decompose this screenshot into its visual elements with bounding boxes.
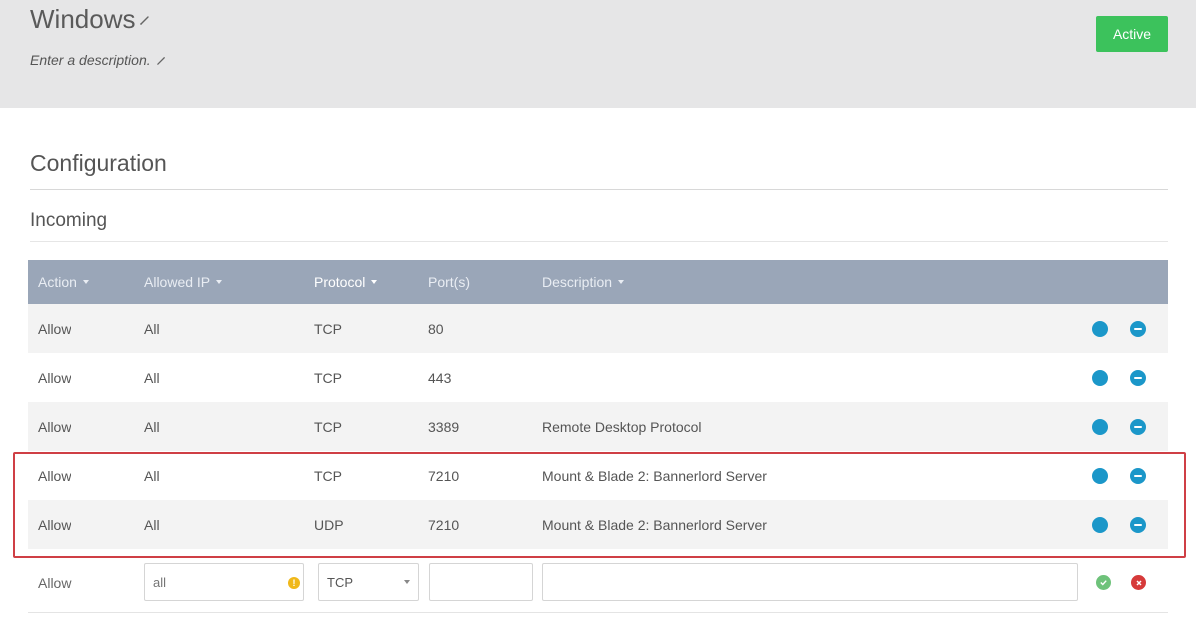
cell-description: Mount & Blade 2: Bannerlord Server xyxy=(542,516,767,533)
page-title: Windows xyxy=(30,4,136,34)
section-divider xyxy=(30,189,1168,190)
cell-ports: 7210 xyxy=(428,516,460,533)
minus-circle-icon xyxy=(1134,425,1142,428)
cell-protocol: TCP xyxy=(314,320,342,337)
caret-down-icon xyxy=(82,280,89,284)
table-row: Allow All TCP 80 xyxy=(28,304,1168,353)
page-header: Windows Enter a description. Active xyxy=(0,0,1196,108)
cell-protocol: TCP xyxy=(314,467,342,484)
column-header-protocol[interactable]: Protocol xyxy=(314,274,378,290)
cell-ports: 3389 xyxy=(428,418,460,435)
cell-allowed-ip: All xyxy=(144,320,160,337)
compass-edit-icon xyxy=(1098,326,1102,331)
cell-protocol: TCP xyxy=(314,369,342,386)
column-header-description[interactable]: Description xyxy=(542,274,625,290)
table-header: Action Allowed IP Protocol Port(s) Descr… xyxy=(28,260,1168,304)
cell-allowed-ip: All xyxy=(144,418,160,435)
section-title-configuration: Configuration xyxy=(30,150,167,176)
compass-edit-icon xyxy=(1098,522,1102,527)
cell-action: Allow xyxy=(38,320,72,337)
cell-allowed-ip: All xyxy=(144,516,160,533)
pencil-icon[interactable] xyxy=(156,55,167,66)
table-row: Allow All TCP 7210 Mount & Blade 2: Bann… xyxy=(28,451,1168,500)
description-input[interactable] xyxy=(542,563,1078,601)
cancel-rule-button[interactable] xyxy=(1131,575,1146,590)
cell-description: Remote Desktop Protocol xyxy=(542,418,702,435)
pencil-icon[interactable] xyxy=(139,14,151,26)
caret-down-icon xyxy=(216,280,223,284)
page-title-wrap: Windows xyxy=(30,4,151,35)
save-rule-button[interactable] xyxy=(1096,575,1111,590)
minus-circle-icon xyxy=(1134,474,1142,477)
column-header-action[interactable]: Action xyxy=(38,274,89,290)
caret-down-icon xyxy=(618,280,625,284)
chevron-down-icon xyxy=(404,580,410,584)
compass-edit-icon xyxy=(1098,473,1102,478)
minus-circle-icon xyxy=(1134,523,1142,526)
remove-rule-button[interactable] xyxy=(1130,369,1146,386)
description-text[interactable]: Enter a description. xyxy=(30,52,151,68)
column-header-ports[interactable]: Port(s) xyxy=(428,274,470,290)
compass-edit-icon xyxy=(1098,424,1102,429)
cell-ports: 7210 xyxy=(428,467,460,484)
remove-rule-button[interactable] xyxy=(1130,516,1146,533)
cell-protocol: TCP xyxy=(314,418,342,435)
cell-action: Allow xyxy=(38,369,72,386)
table-row: Allow All UDP 7210 Mount & Blade 2: Bann… xyxy=(28,500,1168,549)
allowed-ip-input[interactable] xyxy=(144,563,304,601)
rules-table: Action Allowed IP Protocol Port(s) Descr… xyxy=(28,260,1168,549)
cell-ports: 80 xyxy=(428,320,444,337)
x-circle-icon xyxy=(1135,579,1142,586)
warning-icon: ! xyxy=(288,577,300,589)
minus-circle-icon xyxy=(1134,327,1142,330)
cell-description: Mount & Blade 2: Bannerlord Server xyxy=(542,467,767,484)
check-circle-icon xyxy=(1100,580,1107,586)
protocol-select-value: TCP xyxy=(327,574,353,590)
table-row: Allow All TCP 3389 Remote Desktop Protoc… xyxy=(28,402,1168,451)
caret-down-icon xyxy=(371,280,378,284)
ports-input[interactable] xyxy=(429,563,533,601)
remove-rule-button[interactable] xyxy=(1130,467,1146,484)
cell-action: Allow xyxy=(38,467,72,484)
cell-action: Allow xyxy=(38,418,72,435)
minus-circle-icon xyxy=(1134,376,1142,379)
edit-rule-button[interactable] xyxy=(1092,467,1108,484)
protocol-select[interactable]: TCP xyxy=(318,563,419,601)
remove-rule-button[interactable] xyxy=(1130,418,1146,435)
edit-rule-button[interactable] xyxy=(1092,369,1108,386)
status-badge[interactable]: Active xyxy=(1096,16,1168,52)
compass-edit-icon xyxy=(1098,375,1102,380)
cell-ports: 443 xyxy=(428,369,452,386)
cell-action: Allow xyxy=(38,516,72,533)
cell-protocol: UDP xyxy=(314,516,344,533)
new-rule-row: Allow ! TCP xyxy=(28,560,1168,610)
edit-rule-button[interactable] xyxy=(1092,516,1108,533)
edit-rule-button[interactable] xyxy=(1092,418,1108,435)
cell-allowed-ip: All xyxy=(144,467,160,484)
subsection-divider xyxy=(30,241,1168,242)
remove-rule-button[interactable] xyxy=(1130,320,1146,337)
new-rule-action: Allow xyxy=(38,575,72,591)
cell-allowed-ip: All xyxy=(144,369,160,386)
subsection-title-incoming: Incoming xyxy=(30,210,108,231)
edit-rule-button[interactable] xyxy=(1092,320,1108,337)
table-row: Allow All TCP 443 xyxy=(28,353,1168,402)
bottom-divider xyxy=(28,612,1168,613)
column-header-allowed-ip[interactable]: Allowed IP xyxy=(144,274,223,290)
description-wrap: Enter a description. xyxy=(30,52,167,68)
